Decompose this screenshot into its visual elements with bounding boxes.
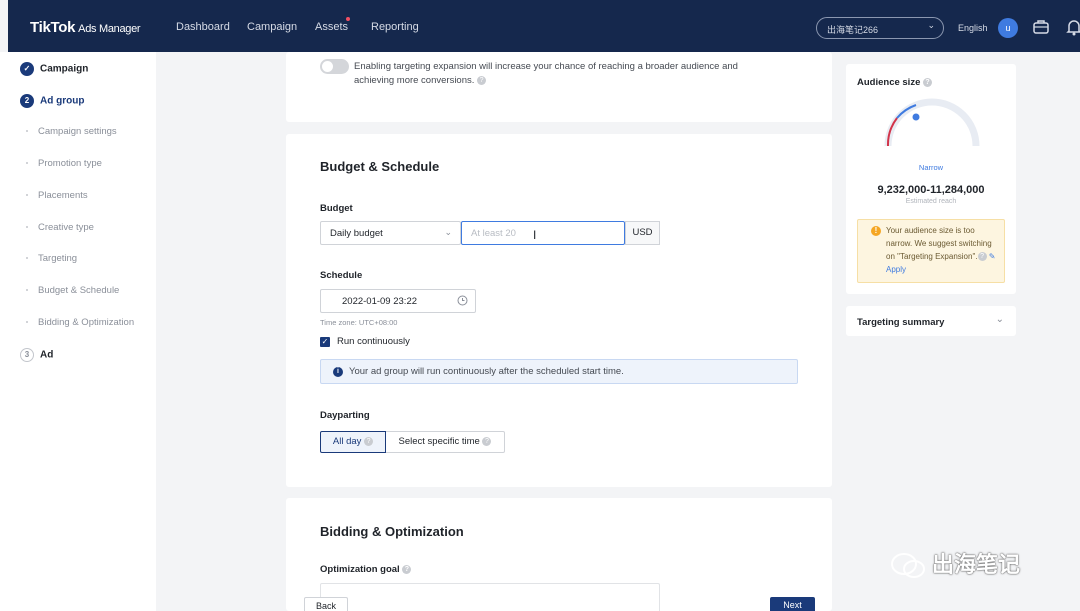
- sidebar-item-budget-schedule[interactable]: Budget & Schedule: [26, 285, 119, 296]
- nav-assets[interactable]: Assets: [315, 21, 348, 33]
- help-icon[interactable]: ?: [364, 436, 374, 446]
- avatar[interactable]: u: [998, 18, 1018, 38]
- nav-dashboard[interactable]: Dashboard: [176, 21, 230, 33]
- briefcase-icon[interactable]: [1032, 18, 1050, 39]
- start-time-picker[interactable]: 2022-01-09 23:22: [320, 289, 476, 313]
- sidebar: ✓ Campaign 2 Ad group Campaign settings Pr…: [0, 52, 156, 611]
- chevron-down-icon: ⌄: [927, 20, 935, 30]
- next-button[interactable]: Next: [770, 597, 815, 611]
- account-selector[interactable]: 出海笔记266 ⌄: [816, 17, 944, 39]
- currency-label: USD: [625, 221, 660, 245]
- bell-icon[interactable]: [1066, 18, 1080, 39]
- budget-label: Budget: [320, 203, 353, 214]
- tiktok-logo[interactable]: TikTok Ads Manager: [30, 19, 141, 36]
- nav-campaign[interactable]: Campaign: [247, 21, 297, 33]
- targeting-summary-panel[interactable]: Targeting summary ⌄: [846, 306, 1016, 336]
- sidebar-item-creative-type[interactable]: Creative type: [26, 222, 94, 233]
- step-number-badge: 3: [20, 348, 34, 362]
- audience-size-panel: Audience size ? Narrow 9,232,000-11,284,…: [846, 64, 1016, 294]
- estimated-reach-label: Estimated reach: [905, 198, 957, 205]
- help-icon[interactable]: ?: [977, 252, 987, 262]
- chevron-down-icon: ⌄: [995, 314, 1004, 325]
- back-button[interactable]: Back: [304, 597, 348, 611]
- step-number-badge: 2: [20, 94, 34, 108]
- dayparting-specific-time[interactable]: Select specific time ?: [386, 431, 505, 453]
- timezone-text: Time zone: UTC+08:00: [320, 318, 398, 327]
- sidebar-item-campaign-settings[interactable]: Campaign settings: [26, 126, 117, 137]
- budget-input[interactable]: [461, 221, 625, 245]
- help-icon[interactable]: ?: [482, 436, 492, 446]
- gauge-label: Narrow: [918, 163, 944, 172]
- run-continuously-checkbox[interactable]: ✓: [320, 337, 330, 347]
- sidebar-item-bidding-optimization[interactable]: Bidding & Optimization: [26, 317, 134, 328]
- sidebar-step-campaign[interactable]: ✓ Campaign: [20, 62, 88, 76]
- nav-reporting[interactable]: Reporting: [371, 21, 419, 33]
- dayparting-all-day[interactable]: All day ?: [320, 431, 386, 453]
- wechat-watermark: 出海笔记: [890, 547, 1020, 580]
- clock-icon: [457, 295, 468, 309]
- optimization-goal-select[interactable]: [320, 583, 660, 611]
- targeting-summary-title: Targeting summary: [857, 317, 945, 328]
- help-icon[interactable]: ?: [402, 564, 412, 574]
- expansion-description: Enabling targeting expansion will increa…: [354, 61, 738, 86]
- info-banner: i Your ad group will run continuously af…: [320, 359, 798, 384]
- sidebar-item-promotion-type[interactable]: Promotion type: [26, 158, 102, 169]
- sidebar-step-ad-group[interactable]: 2 Ad group: [20, 94, 84, 108]
- sidebar-item-targeting[interactable]: Targeting: [26, 253, 77, 264]
- top-bar: TikTok Ads Manager Dashboard Campaign Ass…: [8, 0, 1080, 52]
- notification-dot: [346, 17, 350, 21]
- targeting-expansion-toggle[interactable]: [320, 59, 349, 74]
- bidding-optimization-card: Bidding & Optimization Optimization goal…: [286, 498, 832, 611]
- budget-schedule-card: Budget & Schedule Budget Daily budget ⌄ …: [286, 134, 832, 487]
- help-icon[interactable]: ?: [923, 77, 932, 87]
- run-continuously-label[interactable]: Run continuously: [337, 336, 410, 347]
- schedule-label: Schedule: [320, 270, 363, 281]
- warning-icon: !: [871, 226, 881, 236]
- chevron-down-icon: ⌄: [444, 227, 452, 237]
- language-selector[interactable]: English: [958, 23, 988, 33]
- audience-warning: ! Your audience size is too narrow. We s…: [857, 219, 1005, 283]
- section-title: Bidding & Optimization: [320, 524, 464, 539]
- dayparting-label: Dayparting: [320, 410, 370, 421]
- section-title: Budget & Schedule: [320, 159, 440, 174]
- info-icon: i: [333, 367, 343, 377]
- targeting-expansion-card: Enabling targeting expansion will increa…: [286, 52, 832, 122]
- estimated-reach-value: 9,232,000-11,284,000: [877, 184, 985, 196]
- sidebar-step-ad[interactable]: 3 Ad: [20, 348, 53, 362]
- audience-gauge: [884, 98, 980, 147]
- audience-size-title: Audience size ?: [857, 77, 932, 88]
- optimization-goal-label: Optimization goal ?: [320, 564, 412, 575]
- wechat-icon: [891, 553, 925, 579]
- text-cursor-icon: I: [533, 228, 537, 242]
- sidebar-item-placements[interactable]: Placements: [26, 190, 88, 201]
- check-icon: ✓: [20, 62, 34, 76]
- help-icon[interactable]: ?: [477, 75, 487, 85]
- budget-type-select[interactable]: Daily budget ⌄: [320, 221, 461, 245]
